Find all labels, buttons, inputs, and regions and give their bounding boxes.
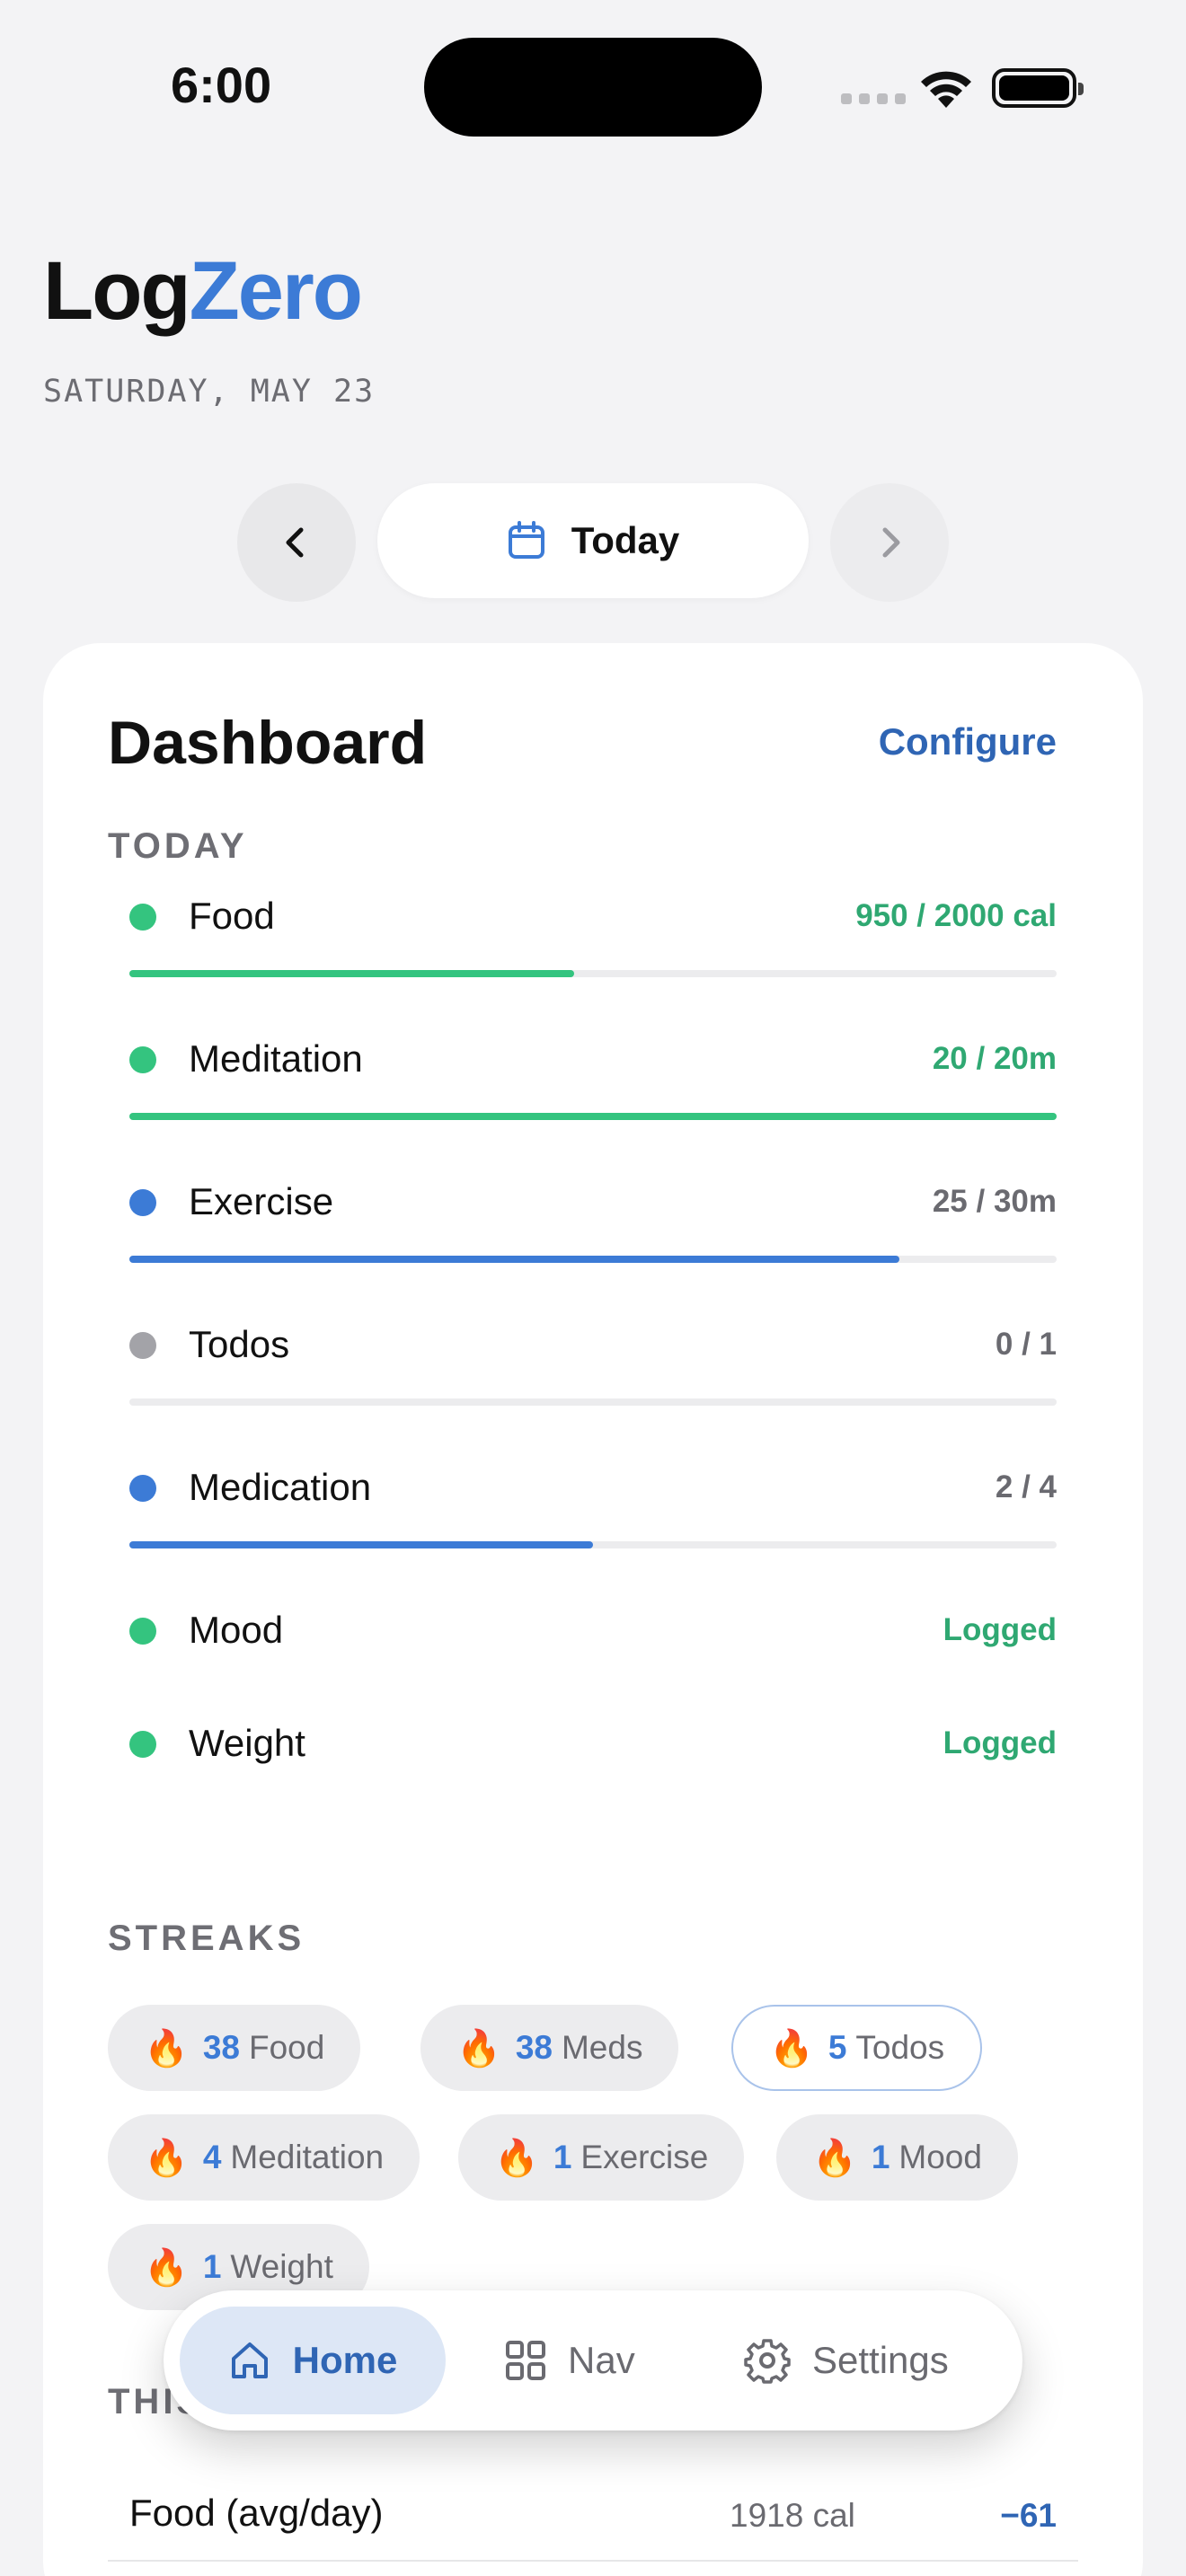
progress-fill — [129, 1541, 593, 1548]
next-day-button[interactable] — [830, 483, 949, 602]
fire-icon: 🔥 — [144, 2028, 189, 2069]
calendar-icon — [508, 521, 544, 559]
streak-count: 38 — [202, 2029, 240, 2066]
progress-track — [129, 1113, 1057, 1120]
tab-settings-label: Settings — [812, 2339, 949, 2381]
streak-label: Meditation — [230, 2139, 385, 2175]
tab-bar: Home Nav Settings — [164, 2290, 1022, 2430]
tracker-name: Weight — [189, 1722, 305, 1764]
grid-icon — [506, 2341, 545, 2380]
wifi-icon — [921, 71, 971, 108]
chevron-left-icon — [286, 527, 304, 558]
streak-label: Todos — [855, 2029, 945, 2066]
status-dot — [129, 1046, 156, 1073]
streak-chip-meditation[interactable]: 🔥 4 Meditation — [108, 2114, 420, 2201]
streak-count: 1 — [202, 2248, 222, 2285]
fire-icon: 🔥 — [456, 2028, 501, 2069]
tab-home-label: Home — [292, 2339, 398, 2381]
streak-label: Mood — [898, 2139, 982, 2175]
streak-chip-mood[interactable]: 🔥 1 Mood — [776, 2114, 1018, 2201]
tracker-name: Medication — [189, 1466, 372, 1508]
streak-chip-meds[interactable]: 🔥 38 Meds — [420, 2005, 679, 2091]
configure-button[interactable]: Configure — [879, 720, 1057, 763]
tracker-name: Exercise — [189, 1180, 334, 1222]
dynamic-island — [424, 38, 762, 137]
streaks-section-label: STREAKS — [108, 1919, 305, 1958]
today-button[interactable]: Today — [377, 483, 809, 598]
fire-icon: 🔥 — [769, 2028, 814, 2069]
progress-fill — [129, 1113, 1057, 1120]
status-dot — [129, 1475, 156, 1502]
status-dot — [129, 1618, 156, 1645]
dashboard-title: Dashboard — [108, 709, 428, 777]
streak-chip-food[interactable]: 🔥 38 Food — [108, 2005, 361, 2091]
tracker-value: 20 / 20m — [932, 1041, 1057, 1076]
app-title: LogZero — [43, 245, 363, 337]
progress-fill — [129, 1256, 899, 1263]
progress-track — [129, 1398, 1057, 1406]
fire-icon: 🔥 — [144, 2247, 189, 2288]
gear-icon — [744, 2339, 791, 2384]
tracker-row-todos[interactable]: Todos 0 / 1 — [129, 1316, 1057, 1406]
chevron-right-icon — [882, 527, 900, 558]
tracker-name: Mood — [189, 1609, 284, 1651]
tracker-value: 2 / 4 — [995, 1469, 1057, 1504]
fire-icon: 🔥 — [812, 2138, 857, 2178]
progress-track — [129, 970, 1057, 977]
fire-icon: 🔥 — [494, 2138, 539, 2178]
today-section-label: TODAY — [108, 826, 248, 866]
tracker-row-meditation[interactable]: Meditation 20 / 20m — [129, 1030, 1057, 1120]
streak-chip-todos[interactable]: 🔥 5 Todos — [731, 2005, 983, 2091]
status-dot — [129, 1189, 156, 1216]
tab-settings[interactable]: Settings — [744, 2307, 949, 2414]
tracker-value: 25 / 30m — [932, 1184, 1057, 1219]
tracker-row-weight[interactable]: Weight Logged — [129, 1715, 1057, 1795]
tab-nav-label: Nav — [568, 2339, 635, 2381]
streak-label: Food — [248, 2029, 325, 2066]
week-row-delta: −61 — [1000, 2497, 1057, 2534]
divider — [108, 2560, 1078, 2562]
week-row-value: 1918 cal — [730, 2497, 855, 2534]
progress-fill — [129, 970, 575, 977]
tab-nav[interactable]: Nav — [505, 2307, 635, 2414]
week-row-label: Food (avg/day) — [129, 2492, 384, 2534]
streak-label: Meds — [561, 2029, 643, 2066]
tracker-name: Meditation — [189, 1037, 363, 1080]
streak-count: 4 — [202, 2139, 222, 2175]
home-icon — [231, 2342, 268, 2378]
streak-label: Exercise — [580, 2139, 709, 2175]
streak-count: 1 — [871, 2139, 890, 2175]
tracker-value: Logged — [943, 1725, 1057, 1760]
tracker-row-medication[interactable]: Medication 2 / 4 — [129, 1459, 1057, 1548]
previous-day-button[interactable] — [237, 483, 356, 602]
tracker-row-mood[interactable]: Mood Logged — [129, 1601, 1057, 1682]
status-dot — [129, 1332, 156, 1359]
streak-chip-exercise[interactable]: 🔥 1 Exercise — [458, 2114, 745, 2201]
tracker-row-food[interactable]: Food 950 / 2000 cal — [129, 887, 1057, 977]
signal-icon — [841, 93, 906, 104]
progress-track — [129, 1256, 1057, 1263]
streak-count: 5 — [828, 2029, 847, 2066]
tracker-value: Logged — [943, 1612, 1057, 1647]
battery-icon — [992, 68, 1084, 108]
dashboard-card: Dashboard Configure TODAY Food 950 / 2000… — [43, 643, 1143, 2576]
progress-track — [129, 1541, 1057, 1548]
tracker-value: 950 / 2000 cal — [855, 898, 1057, 933]
fire-icon: 🔥 — [144, 2138, 189, 2178]
tab-home[interactable]: Home — [180, 2307, 446, 2414]
tracker-name: Food — [189, 895, 275, 937]
tracker-name: Todos — [189, 1323, 290, 1365]
status-dot — [129, 1731, 156, 1758]
streak-count: 1 — [553, 2139, 572, 2175]
status-time: 6:00 — [171, 57, 272, 113]
today-label: Today — [571, 519, 680, 561]
tracker-row-exercise[interactable]: Exercise 25 / 30m — [129, 1173, 1057, 1263]
streak-label: Weight — [230, 2248, 333, 2285]
current-date: SATURDAY, MAY 23 — [43, 374, 376, 410]
tracker-value: 0 / 1 — [995, 1327, 1057, 1362]
status-dot — [129, 904, 156, 931]
streak-count: 38 — [515, 2029, 553, 2066]
